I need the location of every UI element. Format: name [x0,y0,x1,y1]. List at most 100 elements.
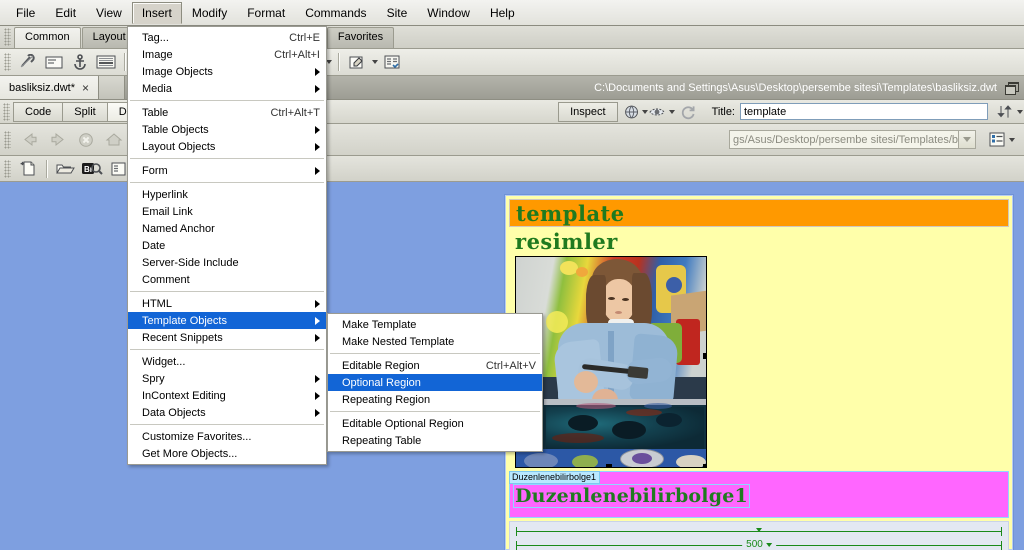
browser-list-icon[interactable] [986,129,1016,151]
menu-edit[interactable]: Edit [45,2,86,24]
menu-item-customize-favorites[interactable]: Customize Favorites... [128,428,326,445]
submenu-item-make-nested-template[interactable]: Make Nested Template [328,333,542,350]
menu-item-label: Hyperlink [142,188,188,201]
menu-item-table-objects[interactable]: Table Objects [128,121,326,138]
live-view-icon[interactable] [624,101,648,123]
menu-item-named-anchor[interactable]: Named Anchor [128,220,326,237]
live-code-caret-icon[interactable] [669,109,676,114]
main-menu-bar: File Edit View Insert Modify Format Comm… [0,0,1024,26]
submenu-item-editable-region[interactable]: Editable Region Ctrl+Alt+V [328,357,542,374]
horizontal-rule-icon[interactable] [94,51,118,73]
menu-item-image[interactable]: Image Ctrl+Alt+I [128,46,326,63]
menu-file[interactable]: File [6,2,45,24]
submenu-item-optional-region[interactable]: Optional Region [328,374,542,391]
browse-in-bridge-icon[interactable]: Br [79,158,105,180]
iconrow2-gripper-icon[interactable] [4,159,11,178]
menu-window[interactable]: Window [417,2,480,24]
insert-tab-favorites[interactable]: Favorites [326,27,395,48]
submenu-item-editable-optional-region[interactable]: Editable Optional Region [328,415,542,432]
menu-item-recent-snippets[interactable]: Recent Snippets [128,329,326,346]
data-objects-icon[interactable] [380,51,404,73]
menu-item-label: Image Objects [142,65,213,78]
file-management-caret-icon[interactable] [1016,109,1023,114]
submenu-item-repeating-region[interactable]: Repeating Region [328,391,542,408]
menu-commands[interactable]: Commands [295,2,376,24]
inspect-button[interactable]: Inspect [558,101,618,122]
menu-item-data-objects[interactable]: Data Objects [128,404,326,421]
menu-item-hyperlink[interactable]: Hyperlink [128,186,326,203]
document-tab-spacer [99,76,126,99]
menu-item-server-side-include[interactable]: Server-Side Include [128,254,326,271]
menu-item-html[interactable]: HTML [128,295,326,312]
menu-item-label: Repeating Region [342,393,431,406]
menu-item-widget[interactable]: Widget... [128,353,326,370]
selection-handle-right[interactable] [703,353,706,359]
submenu-item-make-template[interactable]: Make Template [328,316,542,333]
email-link-icon[interactable] [42,51,66,73]
document-path-text: C:\Documents and Settings\Asus\Desktop\p… [594,81,997,94]
live-code-icon[interactable] [648,101,676,123]
addrrow-gripper-icon[interactable] [4,130,11,149]
objbar-gripper-icon[interactable] [4,53,11,71]
child-marbling-art-photo[interactable] [515,256,707,468]
column-menu-caret-icon[interactable] [756,528,762,532]
menu-item-layout-objects[interactable]: Layout Objects [128,138,326,155]
menu-item-template-objects[interactable]: Template Objects [128,312,326,329]
open-folder-icon[interactable] [53,158,77,180]
view-button-code[interactable]: Code [13,101,64,122]
editable-region[interactable]: Duzenlenebilirbolge1 Duzenlenebilirbolge… [509,471,1009,518]
editable-region-caret-icon[interactable] [372,60,378,64]
stop-icon[interactable] [74,129,98,151]
menu-view[interactable]: View [86,2,132,24]
menu-help[interactable]: Help [480,2,525,24]
menu-item-spry[interactable]: Spry [128,370,326,387]
title-input[interactable] [740,103,988,120]
menu-item-get-more-objects[interactable]: Get More Objects... [128,445,326,462]
menu-modify[interactable]: Modify [182,2,237,24]
selection-handle-bottom-right[interactable] [703,464,706,467]
menu-item-label: Data Objects [142,406,206,419]
table-width-caret-icon[interactable] [765,542,772,547]
menu-insert[interactable]: Insert [131,1,182,24]
panel-gripper-icon[interactable] [4,28,11,46]
submenu-item-repeating-table[interactable]: Repeating Table [328,432,542,449]
menu-item-label: Table Objects [142,123,209,136]
hyperlink-icon[interactable] [16,51,40,73]
menu-item-image-objects[interactable]: Image Objects [128,63,326,80]
menu-item-form[interactable]: Form [128,162,326,179]
address-input[interactable]: gs/Asus/Desktop/persembe sitesi/Template… [729,130,959,149]
menu-item-label: Date [142,239,166,252]
menu-item-label: Repeating Table [342,434,422,447]
forward-arrow-icon[interactable] [46,129,70,151]
menu-item-incontext-editing[interactable]: InContext Editing [128,387,326,404]
menu-item-tag[interactable]: Tag... Ctrl+E [128,29,326,46]
restore-window-icon[interactable] [1005,82,1019,95]
home-icon[interactable] [102,129,126,151]
menu-item-label: Form [142,164,168,177]
named-anchor-icon[interactable] [68,51,92,73]
menu-item-table[interactable]: Table Ctrl+Alt+T [128,104,326,121]
chevron-right-icon [315,408,320,417]
new-document-icon[interactable] [16,158,40,180]
editable-region-icon[interactable] [345,51,369,73]
view-button-split[interactable]: Split [62,101,108,122]
menu-item-comment[interactable]: Comment [128,271,326,288]
address-dropdown-icon[interactable] [959,130,976,149]
menu-item-media[interactable]: Media [128,80,326,97]
insert-tab-common[interactable]: Common [14,27,81,48]
doctoolbar-gripper-icon[interactable] [3,102,10,121]
menu-item-label: Image [142,48,173,61]
browser-list-caret-icon[interactable] [1008,137,1015,142]
selection-handle-bottom[interactable] [606,464,612,467]
editable-region-text[interactable]: Duzenlenebilirbolge1 [513,484,750,508]
document-tab-basliksiz[interactable]: basliksiz.dwt* × [0,76,100,99]
close-icon[interactable]: × [82,82,89,94]
file-management-icon[interactable] [994,101,1024,123]
menu-format[interactable]: Format [237,2,295,24]
back-arrow-icon[interactable] [18,129,42,151]
menu-item-date[interactable]: Date [128,237,326,254]
refresh-icon[interactable] [676,101,700,123]
menu-site[interactable]: Site [377,2,418,24]
menu-item-email-link[interactable]: Email Link [128,203,326,220]
menu-separator [130,100,324,101]
